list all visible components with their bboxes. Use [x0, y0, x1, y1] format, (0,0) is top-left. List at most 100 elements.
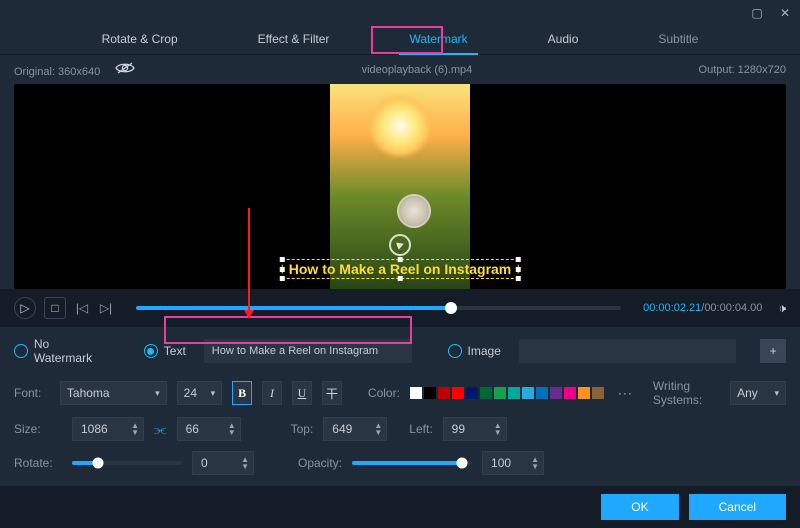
font-size-value: 24 — [184, 386, 197, 400]
color-swatch[interactable] — [564, 387, 576, 399]
spinner-arrows-icon[interactable]: ▲▼ — [131, 422, 139, 436]
prev-frame-button[interactable]: |◁ — [74, 301, 90, 315]
output-size-label: Output: 1280x720 — [699, 64, 786, 76]
resize-handle-ml[interactable] — [280, 267, 285, 272]
tab-watermark[interactable]: Watermark — [399, 26, 477, 54]
color-swatch[interactable] — [508, 387, 520, 399]
video-frame: How to Make a Reel on Instagram — [130, 84, 670, 289]
width-value: 1086 — [81, 422, 127, 436]
video-flower-image — [397, 194, 431, 228]
font-family-select[interactable]: Tahoma ▾ — [60, 381, 167, 405]
width-spinner[interactable]: 1086 ▲▼ — [72, 417, 144, 441]
time-total: 00:00:04.00 — [704, 302, 762, 314]
bold-button[interactable]: B — [232, 381, 252, 405]
top-value: 649 — [332, 422, 370, 436]
left-spinner[interactable]: 99▲▼ — [443, 417, 507, 441]
top-label: Top: — [291, 422, 314, 436]
radio-image-label: Image — [468, 344, 501, 358]
color-swatch[interactable] — [592, 387, 604, 399]
link-dimensions-icon[interactable]: ⫘ — [154, 421, 167, 438]
watermark-text-content: How to Make a Reel on Instagram — [289, 261, 512, 277]
seek-thumb[interactable] — [445, 302, 457, 314]
font-family-value: Tahoma — [67, 386, 110, 400]
color-swatch[interactable] — [466, 387, 478, 399]
opacity-label: Opacity: — [298, 456, 342, 470]
radio-image[interactable]: Image — [448, 344, 501, 358]
seek-slider[interactable] — [136, 306, 621, 310]
preview-play-overlay-icon[interactable] — [389, 234, 411, 256]
font-size-select[interactable]: 24 ▾ — [177, 381, 222, 405]
writing-systems-value: Any — [737, 386, 758, 400]
spinner-arrows-icon[interactable]: ▲▼ — [228, 422, 236, 436]
editor-tabs: Rotate & Crop Effect & Filter Watermark … — [0, 25, 800, 55]
italic-button[interactable]: I — [262, 381, 282, 405]
filename-label: videoplayback (6).mp4 — [362, 64, 473, 76]
radio-icon — [14, 344, 28, 358]
color-label: Color: — [368, 386, 400, 400]
radio-text-label: Text — [164, 344, 186, 358]
rotate-thumb[interactable] — [93, 458, 104, 469]
resize-handle-br[interactable] — [515, 276, 520, 281]
more-colors-button[interactable]: ··· — [618, 386, 633, 400]
radio-icon — [448, 344, 462, 358]
resize-handle-bl[interactable] — [280, 276, 285, 281]
dialog-footer: OK Cancel — [0, 486, 800, 528]
tab-effect-filter[interactable]: Effect & Filter — [248, 26, 340, 54]
resize-handle-tr[interactable] — [515, 257, 520, 262]
watermark-mode-row: No Watermark Text Image + — [0, 327, 800, 375]
watermark-text-overlay[interactable]: How to Make a Reel on Instagram — [282, 259, 519, 279]
rotate-spinner[interactable]: 0▲▼ — [192, 451, 254, 475]
color-swatch[interactable] — [438, 387, 450, 399]
video-preview: How to Make a Reel on Instagram — [14, 84, 786, 289]
top-spinner[interactable]: 649 ▲▼ — [323, 417, 387, 441]
color-swatch[interactable] — [494, 387, 506, 399]
tab-audio[interactable]: Audio — [538, 26, 589, 54]
tab-rotate-crop[interactable]: Rotate & Crop — [92, 26, 188, 54]
color-swatch[interactable] — [410, 387, 422, 399]
opacity-thumb[interactable] — [457, 458, 468, 469]
writing-systems-select[interactable]: Any ▾ — [730, 381, 786, 405]
strikethrough-button[interactable]: 干 — [322, 381, 342, 405]
ok-button[interactable]: OK — [601, 494, 678, 520]
opacity-slider[interactable] — [352, 461, 472, 465]
color-swatch[interactable] — [424, 387, 436, 399]
tab-subtitle[interactable]: Subtitle — [648, 26, 708, 54]
window-close-icon[interactable]: ✕ — [776, 4, 794, 22]
radio-no-watermark[interactable]: No Watermark — [14, 337, 110, 365]
preview-toggle-icon[interactable] — [115, 61, 135, 75]
spinner-arrows-icon[interactable]: ▲▼ — [531, 456, 539, 470]
rotate-slider[interactable] — [72, 461, 182, 465]
size-row: Size: 1086▲▼ ⫘ 66▲▼ Top: 649▲▼ Left: 99▲… — [14, 417, 786, 441]
spinner-arrows-icon[interactable]: ▲▼ — [241, 456, 249, 470]
color-swatch[interactable] — [522, 387, 534, 399]
underline-button[interactable]: U — [292, 381, 312, 405]
watermark-text-input[interactable] — [204, 339, 412, 363]
time-display: 00:00:02.21/00:00:04.00 — [643, 302, 762, 314]
add-image-button[interactable]: + — [760, 339, 786, 363]
spinner-arrows-icon[interactable]: ▲▼ — [374, 422, 382, 436]
opacity-value: 100 — [491, 456, 527, 470]
color-swatch[interactable] — [480, 387, 492, 399]
left-label: Left: — [409, 422, 432, 436]
preview-info-row: Original: 360x640 videoplayback (6).mp4 … — [0, 55, 800, 84]
color-swatch[interactable] — [536, 387, 548, 399]
opacity-spinner[interactable]: 100 ▲▼ — [482, 451, 544, 475]
watermark-image-path-input[interactable] — [519, 339, 736, 363]
window-maximize-icon[interactable]: ▢ — [748, 4, 766, 22]
height-spinner[interactable]: 66▲▼ — [177, 417, 241, 441]
play-button[interactable]: ▷ — [14, 297, 36, 319]
resize-handle-tl[interactable] — [280, 257, 285, 262]
stop-button[interactable]: □ — [44, 297, 66, 319]
color-swatch[interactable] — [550, 387, 562, 399]
color-swatch[interactable] — [452, 387, 464, 399]
cancel-button[interactable]: Cancel — [689, 494, 786, 520]
next-frame-button[interactable]: ▷| — [98, 301, 114, 315]
resize-handle-mr[interactable] — [515, 267, 520, 272]
resize-handle-bc[interactable] — [398, 276, 403, 281]
video-sun-image — [370, 96, 430, 156]
resize-handle-tc[interactable] — [398, 257, 403, 262]
volume-icon[interactable]: 🕩 — [770, 301, 786, 316]
radio-text[interactable]: Text — [144, 344, 186, 358]
spinner-arrows-icon[interactable]: ▲▼ — [494, 422, 502, 436]
color-swatch[interactable] — [578, 387, 590, 399]
